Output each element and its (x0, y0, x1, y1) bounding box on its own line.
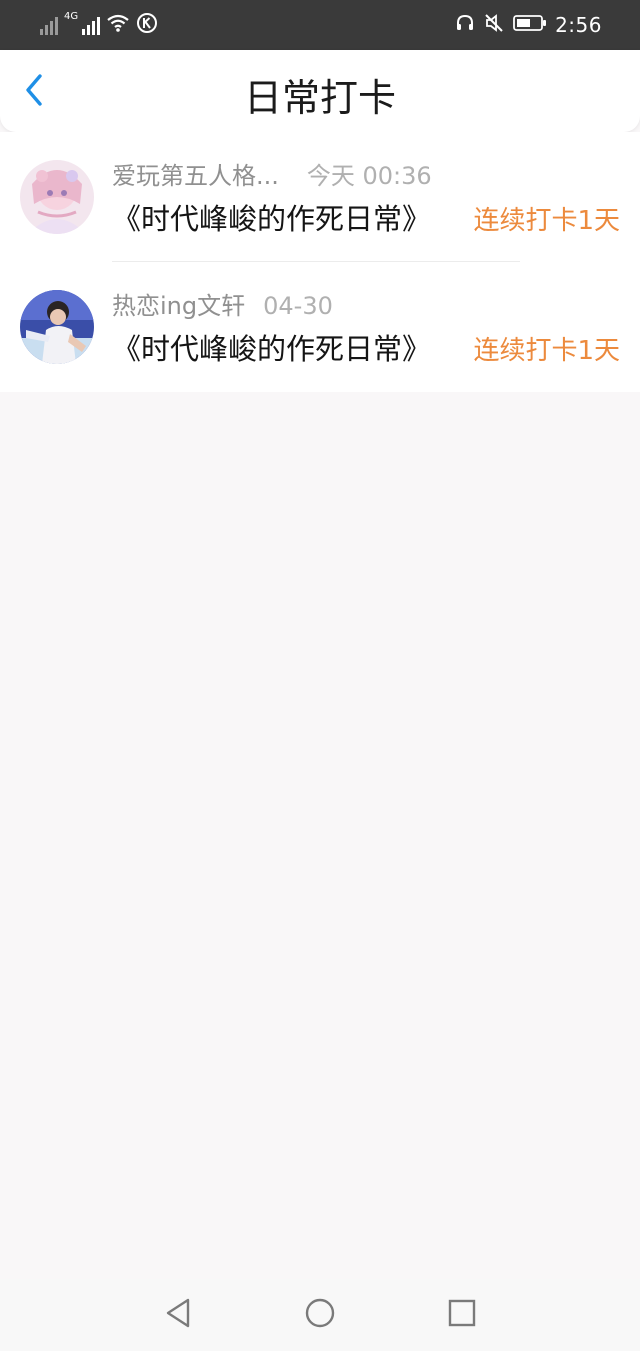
system-nav-bar (0, 1279, 640, 1351)
username[interactable]: 爱玩第五人格... (112, 162, 279, 190)
status-left: 4G (40, 12, 158, 38)
recents-square-icon (447, 1298, 477, 1332)
avatar[interactable] (20, 160, 94, 234)
wifi-icon (106, 13, 130, 37)
status-bar: 4G 2:56 (0, 0, 640, 50)
signal-4g-icon (82, 15, 101, 35)
k-circle-icon (136, 12, 158, 38)
nav-back-button[interactable] (156, 1293, 200, 1337)
list-item[interactable]: 爱玩第五人格... 今天 00:36 《时代峰峻的作死日常》 连续打卡1天 (0, 132, 640, 262)
meta-line: 爱玩第五人格... 今天 00:36 (112, 160, 432, 192)
meta-line: 热恋ing文轩 04-30 (112, 290, 333, 322)
back-triangle-icon (163, 1297, 193, 1333)
page-title: 日常打卡 (243, 76, 396, 120)
signal-off-icon (40, 15, 58, 35)
headphones-icon (455, 13, 475, 37)
checkin-list: 爱玩第五人格... 今天 00:36 《时代峰峻的作死日常》 连续打卡1天 热恋i… (0, 132, 640, 392)
nav-home-button[interactable] (298, 1293, 342, 1337)
mute-icon (483, 12, 505, 38)
item-title[interactable]: 《时代峰峻的作死日常》 (112, 330, 431, 368)
streak-label: 连续打卡1天 (473, 206, 620, 236)
post-time: 04-30 (263, 292, 333, 320)
status-right: 2:56 (455, 12, 602, 38)
app-header: 日常打卡 (0, 50, 640, 132)
post-time: 今天 00:36 (306, 162, 432, 190)
network-type-label: 4G (64, 11, 79, 22)
battery-icon (513, 14, 547, 36)
item-title[interactable]: 《时代峰峻的作死日常》 (112, 200, 431, 238)
list-item[interactable]: 热恋ing文轩 04-30 《时代峰峻的作死日常》 连续打卡1天 (0, 262, 640, 392)
nav-recents-button[interactable] (440, 1293, 484, 1337)
home-circle-icon (304, 1297, 336, 1333)
username[interactable]: 热恋ing文轩 (112, 292, 245, 320)
streak-label: 连续打卡1天 (473, 336, 620, 366)
avatar[interactable] (20, 290, 94, 364)
status-time: 2:56 (555, 13, 602, 37)
